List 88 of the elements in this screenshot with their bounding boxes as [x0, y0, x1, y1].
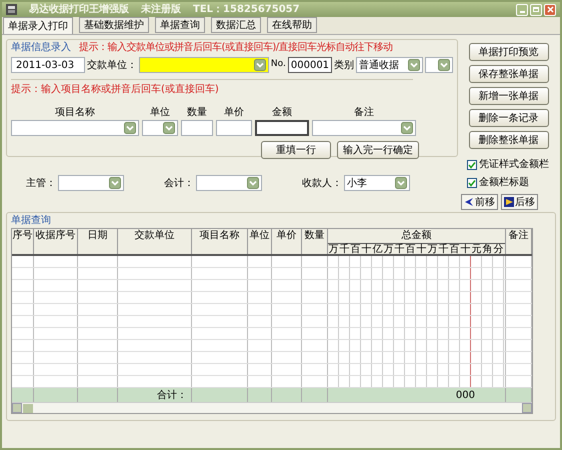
digit-header: 百 [350, 244, 361, 255]
digit-header: 角 [482, 244, 493, 255]
checkbox[interactable] [467, 160, 477, 170]
combo-box[interactable]: 普通收据 [356, 57, 424, 73]
hint-text: 提示：输入交款单位或拼音后回车(或直接回车)/直接回车光标自动往下移动 [79, 40, 393, 55]
field-label: 会计： [164, 176, 194, 190]
combo-box[interactable]: 小李 [344, 175, 410, 191]
column-header: 收据序号 [36, 229, 76, 243]
total-amount: 000 [456, 388, 476, 402]
previous-button[interactable]: 前移 [461, 194, 498, 210]
section-title: 单据查询 [11, 214, 51, 228]
tab[interactable]: 单据录入打印 [3, 17, 73, 34]
digit-header: 十 [361, 244, 372, 255]
field-label: 类别 [334, 58, 354, 72]
section-title: 单据信息录入 [11, 40, 71, 55]
tab[interactable]: 基础数据维护 [79, 17, 149, 33]
field-label: 主管： [26, 176, 56, 190]
tab[interactable]: 数据汇总 [211, 17, 261, 33]
combo-box[interactable] [142, 120, 178, 136]
date-field[interactable]: 2011-03-03 [11, 57, 85, 73]
button[interactable]: 重填一行 [261, 141, 331, 159]
column-label: 备注 [354, 106, 374, 120]
digit-header: 百 [449, 244, 460, 255]
combo-box[interactable] [58, 175, 124, 191]
digit-header: 千 [394, 244, 405, 255]
digit-header: 十 [460, 244, 471, 255]
input-field[interactable] [255, 120, 309, 136]
digit-header: 分 [493, 244, 504, 255]
input-field[interactable] [216, 120, 252, 136]
field-label: 收款人： [302, 176, 342, 190]
total-label: 合计： [157, 388, 188, 402]
combo-box[interactable] [139, 57, 269, 73]
check-icon [468, 178, 476, 186]
column-header: 序号 [12, 229, 32, 243]
combo-box[interactable] [11, 120, 139, 136]
tab[interactable]: 单据查询 [155, 17, 205, 33]
field-label: 交款单位： [87, 58, 137, 72]
input-field[interactable] [181, 120, 213, 136]
checkbox[interactable] [467, 178, 477, 188]
column-header: 交款单位 [134, 229, 174, 243]
checkbox-label: 金额栏标题 [479, 176, 529, 190]
hint-text: 提示：输入项目名称或拼音后回车(或直接回车) [11, 82, 219, 97]
maximize-button[interactable] [530, 4, 542, 16]
digit-header: 千 [339, 244, 350, 255]
column-header: 单位 [250, 229, 270, 243]
horizontal-scrollbar[interactable] [12, 402, 532, 413]
digit-header: 百 [405, 244, 416, 255]
digit-header: 万 [328, 244, 339, 255]
column-header: 项目名称 [200, 229, 240, 243]
digit-header: 千 [438, 244, 449, 255]
digit-header: 十 [416, 244, 427, 255]
column-label: 单位 [150, 106, 170, 120]
digit-header: 亿 [372, 244, 383, 255]
column-header: 日期 [88, 229, 108, 243]
digit-header: 万 [383, 244, 394, 255]
button[interactable]: 新增一张单据 [468, 87, 548, 105]
column-label: 单价 [224, 106, 244, 120]
check-icon [468, 160, 476, 168]
digit-header: 万 [427, 244, 438, 255]
column-label: 项目名称 [55, 106, 95, 120]
column-header: 数量 [304, 229, 324, 243]
minimize-button[interactable] [516, 4, 528, 16]
right-arrow-icon [504, 197, 514, 207]
button[interactable]: 保存整张单据 [468, 65, 548, 83]
window-title: 易达收据打印王增强版 [29, 2, 129, 17]
window-title: TEL：15825675057 [193, 3, 300, 17]
button[interactable]: 删除一条记录 [468, 109, 548, 127]
column-header: 备注 [508, 229, 528, 243]
checkbox-label: 凭证样式金额栏 [479, 158, 549, 172]
app-icon [6, 4, 17, 15]
left-arrow-icon [464, 197, 474, 207]
button[interactable]: 单据打印预览 [468, 43, 548, 61]
window-title: 未注册版 [141, 2, 181, 17]
combo-box[interactable] [425, 57, 453, 73]
column-header: 总金额 [402, 229, 432, 243]
next-button[interactable]: 后移 [501, 194, 538, 210]
close-button[interactable] [544, 4, 556, 16]
button[interactable]: 输入完一行确定 [337, 141, 419, 159]
column-label: 金额 [272, 106, 292, 120]
combo-box[interactable] [196, 175, 262, 191]
close-icon [546, 6, 554, 13]
column-header: 单价 [276, 229, 296, 243]
number-field[interactable]: 000001 [288, 57, 332, 73]
column-label: 数量 [187, 106, 207, 120]
button[interactable]: 删除整张单据 [468, 131, 548, 149]
digit-header: 元 [471, 244, 482, 255]
tab[interactable]: 在线帮助 [267, 17, 317, 33]
field-label: No. [270, 58, 286, 72]
